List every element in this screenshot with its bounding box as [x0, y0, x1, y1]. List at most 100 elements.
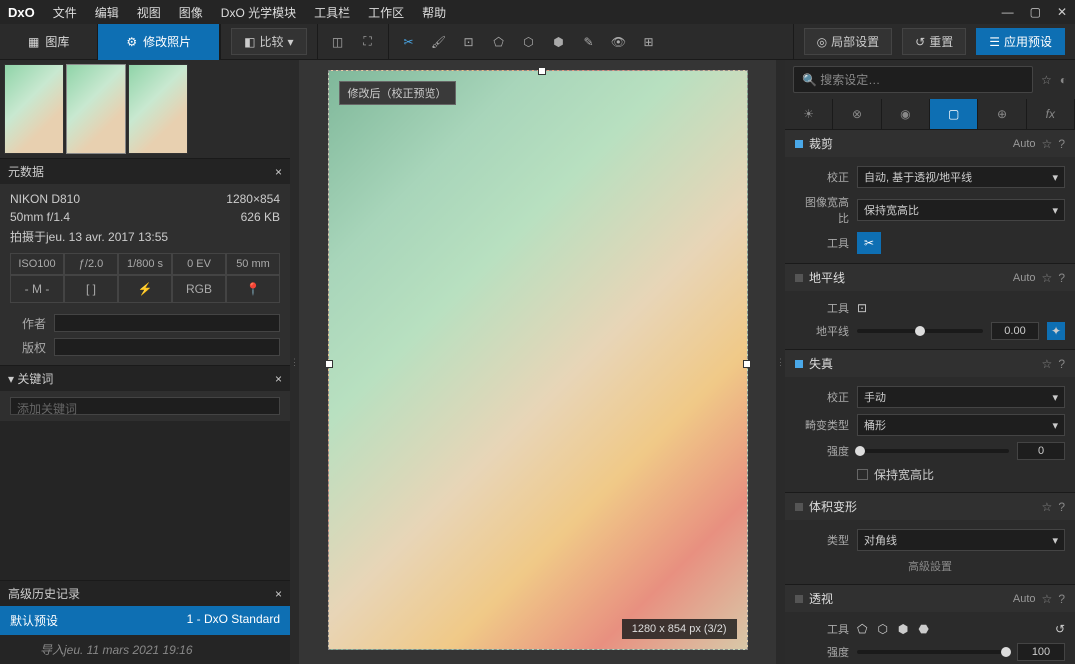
menu-view[interactable]: 视图	[137, 4, 161, 21]
horizon-value[interactable]: 0.00	[991, 322, 1039, 340]
auto-label[interactable]: Auto	[1013, 593, 1036, 605]
horizon-tool-icon[interactable]: ⊡	[459, 32, 479, 52]
star-icon[interactable]: ☆	[1042, 137, 1053, 151]
aspect-select[interactable]: 保持宽高比▾	[857, 199, 1065, 221]
history-header[interactable]: 高级历史记录 ×	[0, 581, 290, 606]
search-input[interactable]: 🔍 搜索设定…	[793, 66, 1033, 93]
thumbnail-selected[interactable]	[66, 64, 126, 154]
correction-select[interactable]: 手动▾	[857, 386, 1065, 408]
intensity-value[interactable]: 0	[1017, 442, 1065, 460]
enable-toggle[interactable]	[795, 595, 803, 603]
help-icon[interactable]: ?	[1058, 137, 1065, 151]
perspective-section-header[interactable]: 透视 Auto ☆ ?	[785, 585, 1075, 612]
tab-geometry[interactable]: ▢	[930, 99, 978, 129]
correction-select[interactable]: 自动, 基于透视/地平线▾	[857, 166, 1065, 188]
local-adjustments-button[interactable]: ◎ 局部设置	[804, 28, 893, 55]
tab-library[interactable]: ▦ 图库	[0, 24, 98, 60]
advanced-settings-link[interactable]: 高級設置	[795, 554, 1065, 578]
reset-perspective-icon[interactable]: ↺	[1055, 622, 1065, 636]
thumbnail[interactable]	[4, 64, 64, 154]
crop-tool-button[interactable]: ✂	[857, 232, 881, 254]
copyright-input[interactable]	[54, 338, 280, 356]
help-icon[interactable]: ?	[1058, 271, 1065, 285]
tab-color[interactable]: ⊗	[833, 99, 881, 129]
author-input[interactable]	[54, 314, 280, 332]
enable-toggle[interactable]	[795, 140, 803, 148]
shutter-value: 1/800 s	[118, 253, 172, 275]
metadata-header[interactable]: 元数据 ×	[0, 159, 290, 184]
horizon-section-header[interactable]: 地平线 Auto ☆ ?	[785, 264, 1075, 291]
menu-workspace[interactable]: 工作区	[368, 4, 404, 21]
perspective-icon-3[interactable]: ⬢	[549, 32, 569, 52]
star-icon[interactable]: ☆	[1041, 73, 1052, 87]
perspective-icon-1[interactable]: ⬠	[489, 32, 509, 52]
perspective-tool-4-icon[interactable]: ⬣	[918, 622, 928, 636]
thumbnail[interactable]	[128, 64, 188, 154]
star-icon[interactable]: ☆	[1042, 500, 1053, 514]
right-splitter[interactable]: ⋮	[776, 60, 785, 664]
intensity-slider[interactable]	[857, 650, 1009, 654]
enable-toggle[interactable]	[795, 274, 803, 282]
close-icon[interactable]: ×	[275, 587, 282, 601]
toggle-icon[interactable]: ◐	[1060, 73, 1067, 87]
horizon-slider[interactable]	[857, 329, 983, 333]
help-icon[interactable]: ?	[1058, 357, 1065, 371]
enable-toggle[interactable]	[795, 360, 803, 368]
file-size: 626 KB	[241, 210, 280, 224]
volume-section-header[interactable]: 体积变形 ☆ ?	[785, 493, 1075, 520]
menu-image[interactable]: 图像	[179, 4, 203, 21]
grid-overlay-icon[interactable]: ⊞	[639, 32, 659, 52]
menu-file[interactable]: 文件	[53, 4, 77, 21]
star-icon[interactable]: ☆	[1042, 357, 1053, 371]
left-splitter[interactable]: ⋮	[290, 60, 299, 664]
history-item[interactable]: 默认预设 1 - DxO Standard	[0, 606, 290, 635]
type-select[interactable]: 桶形▾	[857, 414, 1065, 436]
keywords-input[interactable]: 添加关键词	[10, 397, 280, 415]
tab-light[interactable]: ☀	[785, 99, 833, 129]
split-view-icon[interactable]: ◫	[328, 32, 348, 52]
intensity-slider[interactable]	[857, 449, 1009, 453]
intensity-value[interactable]: 100	[1017, 643, 1065, 661]
maximize-icon[interactable]: ▢	[1030, 5, 1041, 19]
auto-label[interactable]: Auto	[1013, 138, 1036, 150]
tab-detail[interactable]: ◉	[882, 99, 930, 129]
crop-tool-icon[interactable]: ✂	[399, 32, 419, 52]
heal-icon[interactable]: ✎	[579, 32, 599, 52]
tab-effects[interactable]: fx	[1027, 99, 1075, 129]
perspective-icon-2[interactable]: ⬡	[519, 32, 539, 52]
distortion-section-header[interactable]: 失真 ☆ ?	[785, 350, 1075, 377]
help-icon[interactable]: ?	[1058, 500, 1065, 514]
horizon-tool-icon[interactable]: ⊡	[857, 301, 867, 315]
close-icon[interactable]: ✕	[1057, 5, 1067, 19]
fullscreen-icon[interactable]: ⛶	[358, 32, 378, 52]
lens-info: 50mm f/1.4	[10, 210, 70, 224]
close-icon[interactable]: ×	[275, 165, 282, 179]
perspective-tool-1-icon[interactable]: ⬠	[857, 622, 867, 636]
perspective-tool-2-icon[interactable]: ⬡	[877, 622, 887, 636]
brush-icon[interactable]: 🖌	[429, 32, 449, 52]
menu-edit[interactable]: 编辑	[95, 4, 119, 21]
photo-canvas[interactable]: 修改后（校正预览） 1280 x 854 px (3/2)	[328, 70, 748, 650]
minimize-icon[interactable]: —	[1002, 5, 1014, 19]
auto-label[interactable]: Auto	[1013, 272, 1036, 284]
compare-button[interactable]: ◧ 比较 ▾	[231, 28, 306, 55]
menu-help[interactable]: 帮助	[422, 4, 446, 21]
star-icon[interactable]: ☆	[1042, 271, 1053, 285]
perspective-tool-3-icon[interactable]: ⬢	[898, 622, 908, 636]
tab-local[interactable]: ⊕	[978, 99, 1026, 129]
keep-aspect-checkbox[interactable]	[857, 469, 868, 480]
tab-edit[interactable]: ⚙ 修改照片	[98, 24, 220, 60]
keywords-header[interactable]: ▾ 关键词 ×	[0, 366, 290, 391]
help-icon[interactable]: ?	[1058, 592, 1065, 606]
menu-toolbar[interactable]: 工具栏	[314, 4, 350, 21]
menu-optics[interactable]: DxO 光学模块	[221, 4, 296, 21]
auto-wand-icon[interactable]: ✦	[1047, 322, 1065, 340]
type-select[interactable]: 对角线▾	[857, 529, 1065, 551]
apply-preset-button[interactable]: ☰ 应用预设	[976, 28, 1065, 55]
close-icon[interactable]: ×	[275, 372, 282, 386]
crop-section-header[interactable]: 裁剪 Auto ☆ ?	[785, 130, 1075, 157]
star-icon[interactable]: ☆	[1042, 592, 1053, 606]
reset-button[interactable]: ↺ 重置	[902, 28, 966, 55]
enable-toggle[interactable]	[795, 503, 803, 511]
eye-icon[interactable]: 👁	[609, 32, 629, 52]
